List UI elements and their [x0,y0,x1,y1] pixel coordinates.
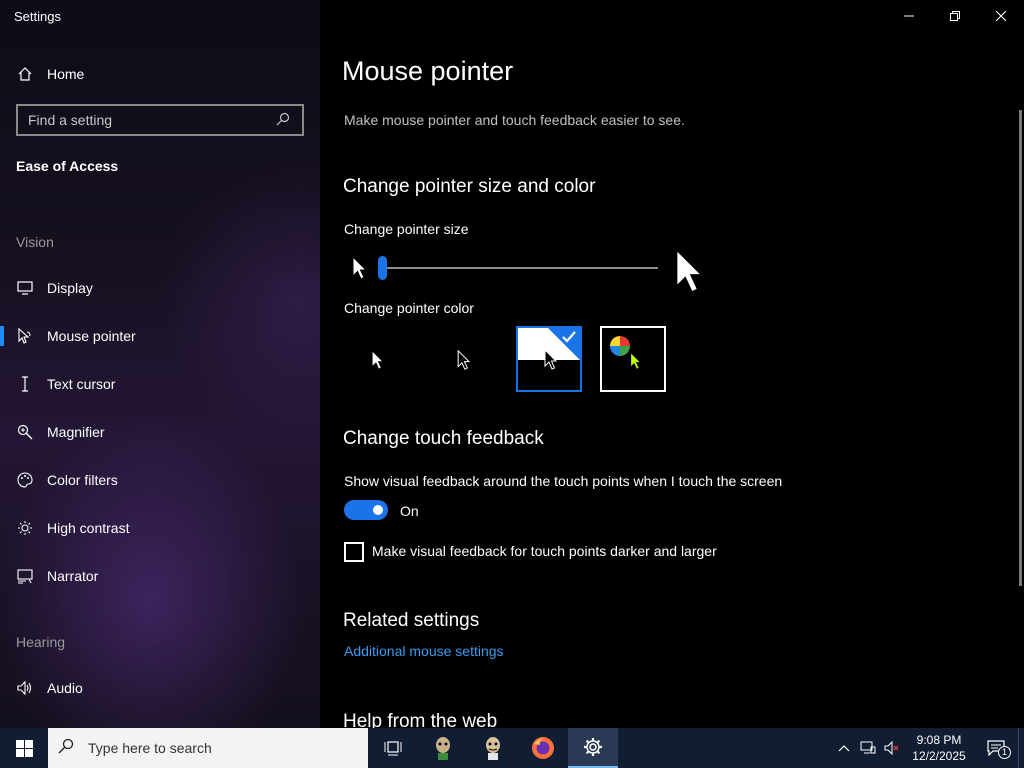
related-settings-heading: Related settings [343,610,480,631]
sidebar-item-narrator[interactable]: Narrator [0,556,320,596]
taskbar-firefox[interactable] [518,728,568,768]
sidebar: Settings Home Find a setting Ease of Acc… [0,0,320,728]
page-title: Mouse pointer [342,56,514,86]
mouse-pointer-icon [16,327,34,345]
search-placeholder: Find a setting [28,112,113,128]
notification-count: 1 [998,746,1011,759]
narrator-icon [16,567,34,585]
additional-mouse-settings-link[interactable]: Additional mouse settings [344,643,504,659]
task-view-icon [384,741,402,756]
sidebar-item-label: Home [47,66,85,82]
taskbar-app-2[interactable] [468,728,518,768]
sidebar-item-display[interactable]: Display [0,268,320,308]
home-icon [16,65,34,83]
darker-feedback-label[interactable]: Make visual feedback for touch points da… [372,543,717,559]
page-description: Make mouse pointer and touch feedback ea… [344,112,685,128]
sidebar-item-label: Magnifier [47,424,105,440]
large-pointer-icon [674,248,706,299]
clock[interactable]: 9:08 PM 12/2/2025 [904,732,974,764]
clock-date: 12/2/2025 [912,749,966,763]
group-label-hearing: Hearing [16,634,66,650]
sidebar-item-magnifier[interactable]: Magnifier [0,412,320,452]
firefox-icon [532,737,554,759]
slider-thumb[interactable] [378,256,387,280]
scrollbar[interactable] [1019,110,1022,586]
touch-feedback-heading: Change touch feedback [343,428,544,449]
high-contrast-icon [16,519,34,537]
notifications-button[interactable]: 1 [974,740,1018,759]
search-icon [58,738,78,759]
restore-button[interactable] [932,0,978,32]
sidebar-item-mouse-pointer[interactable]: Mouse pointer [0,316,320,356]
sidebar-item-label: Text cursor [47,376,116,392]
volume-muted-icon[interactable] [880,741,904,755]
color-wheel-icon [610,336,630,361]
taskbar-app-1[interactable] [418,728,468,768]
app-title: Settings [14,9,61,24]
pointer-size-slider[interactable] [344,248,714,298]
sidebar-item-label: Audio [47,680,83,696]
taskbar-search-box[interactable]: Type here to search [48,728,368,768]
group-label-vision: Vision [16,234,54,250]
pointer-color-white-option[interactable] [344,326,410,392]
sidebar-item-label: Mouse pointer [47,328,136,344]
size-color-heading: Change pointer size and color [343,176,596,197]
search-icon[interactable] [276,112,296,129]
sidebar-item-color-filters[interactable]: Color filters [0,460,320,500]
network-icon[interactable] [856,741,880,755]
gear-icon [584,738,602,756]
taskbar-search-placeholder: Type here to search [88,740,212,756]
sidebar-item-text-cursor[interactable]: Text cursor [0,364,320,404]
touch-feedback-label: Show visual feedback around the touch po… [344,473,783,489]
task-view-button[interactable] [368,728,418,768]
text-cursor-icon [16,375,34,393]
sidebar-item-label: Narrator [47,568,99,584]
pointer-color-inverted-option[interactable] [516,326,582,392]
small-pointer-icon [352,255,368,285]
pointer-size-label: Change pointer size [344,221,469,237]
display-icon [16,279,34,297]
darker-feedback-checkbox[interactable] [344,542,364,562]
touch-feedback-toggle[interactable] [344,500,388,520]
pointer-color-black-option[interactable] [430,326,496,392]
window-controls [886,0,1024,32]
chevron-up-icon[interactable] [832,744,856,752]
app-character-icon [486,737,500,760]
slider-track[interactable] [384,267,658,269]
sidebar-item-high-contrast[interactable]: High contrast [0,508,320,548]
taskbar: Type here to search 9:08 PM 12/2/2025 1 [0,728,1024,768]
help-heading: Help from the web [343,711,498,728]
checkmark-icon [561,330,577,349]
close-button[interactable] [978,0,1024,32]
clock-time: 9:08 PM [916,733,962,747]
magnifier-icon [16,423,34,441]
color-filters-icon [16,471,34,489]
sidebar-item-home[interactable]: Home [0,56,320,92]
main-content: Mouse pointer Make mouse pointer and tou… [320,0,1024,728]
audio-icon [16,679,34,697]
start-button[interactable] [0,728,48,768]
taskbar-settings[interactable] [568,728,618,768]
toggle-knob [373,505,383,515]
sidebar-item-audio[interactable]: Audio [0,668,320,708]
sidebar-item-label: Color filters [47,472,118,488]
pointer-color-custom-option[interactable] [600,326,666,392]
toggle-state-label: On [400,503,419,519]
minimize-button[interactable] [886,0,932,32]
windows-logo-icon [15,739,33,757]
pointer-color-label: Change pointer color [344,300,474,316]
sidebar-item-label: Display [47,280,93,296]
section-title: Ease of Access [16,158,119,174]
find-setting-input[interactable]: Find a setting [16,104,304,136]
system-tray: 9:08 PM 12/2/2025 1 [832,728,1024,768]
app-character-icon [436,737,450,760]
show-desktop-button[interactable] [1018,728,1024,768]
sidebar-item-label: High contrast [47,520,130,536]
